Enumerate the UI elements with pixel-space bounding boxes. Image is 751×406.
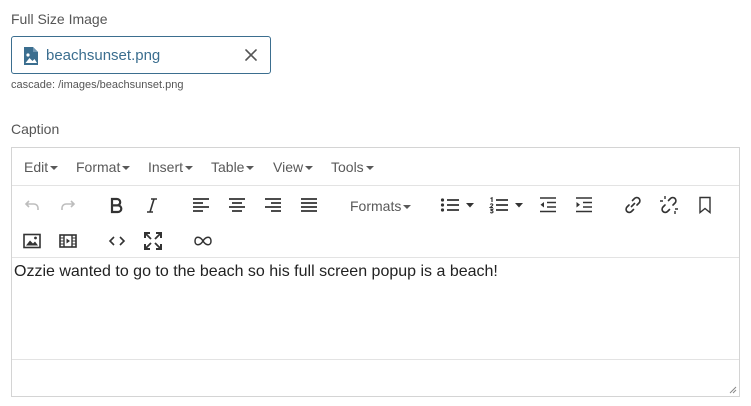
source-code-button[interactable] (105, 229, 129, 253)
caption-label: Caption (11, 121, 60, 137)
loop-button[interactable] (191, 229, 215, 253)
bullet-list-button[interactable] (438, 193, 462, 217)
resize-handle-icon[interactable] (727, 384, 737, 394)
undo-button[interactable] (20, 193, 44, 217)
menu-edit-label: Edit (24, 159, 49, 175)
link-icon (625, 196, 641, 214)
editor-content-area[interactable]: Ozzie wanted to go to the beach so his f… (12, 259, 739, 359)
file-chip[interactable]: beachsunset.png (11, 36, 271, 74)
redo-icon (61, 200, 76, 210)
chevron-down-icon (122, 166, 131, 170)
chevron-down-icon (185, 166, 194, 170)
editor-toolbar: Formats (12, 186, 739, 258)
insert-link-button[interactable] (621, 193, 645, 217)
menu-view-label: View (273, 159, 304, 175)
bold-button[interactable] (104, 193, 128, 217)
chevron-down-icon (466, 202, 474, 207)
numbered-list-icon (489, 196, 508, 214)
indent-icon (576, 197, 592, 213)
bullet-list-icon (440, 198, 459, 212)
insert-media-button[interactable] (56, 229, 80, 253)
menu-format[interactable]: Format (76, 159, 131, 175)
bookmark-button[interactable] (693, 193, 717, 217)
remove-link-button[interactable] (657, 193, 681, 217)
menu-format-label: Format (76, 159, 121, 175)
chevron-down-icon (403, 205, 412, 209)
unlink-icon (660, 196, 678, 214)
redo-button[interactable] (56, 193, 80, 217)
infinity-icon (194, 236, 212, 246)
cascade-path: cascade: /images/beachsunset.png (11, 79, 184, 91)
menu-insert[interactable]: Insert (148, 159, 194, 175)
menu-view[interactable]: View (273, 159, 314, 175)
align-right-button[interactable] (261, 193, 285, 217)
align-center-button[interactable] (225, 193, 249, 217)
bullet-list-options-button[interactable] (463, 193, 477, 217)
menu-tools[interactable]: Tools (331, 159, 374, 175)
file-name: beachsunset.png (46, 47, 161, 64)
formats-dropdown[interactable]: Formats (350, 198, 412, 214)
align-justify-button[interactable] (297, 193, 321, 217)
align-right-icon (265, 198, 281, 212)
rich-text-editor: Edit Format Insert Table View Tools Form… (11, 147, 740, 397)
bookmark-icon (699, 196, 711, 214)
menu-tools-label: Tools (331, 159, 364, 175)
align-justify-icon (301, 198, 317, 212)
chevron-down-icon (50, 166, 59, 170)
menu-insert-label: Insert (148, 159, 184, 175)
outdent-icon (540, 197, 556, 213)
fullscreen-icon (144, 232, 162, 250)
editor-statusbar (12, 359, 739, 396)
chevron-down-icon (365, 166, 374, 170)
insert-image-button[interactable] (20, 229, 44, 253)
bold-icon (110, 197, 123, 214)
code-icon (108, 236, 126, 246)
image-icon (23, 233, 41, 249)
undo-icon (24, 200, 39, 210)
chevron-down-icon (515, 202, 523, 207)
align-left-button[interactable] (189, 193, 213, 217)
numbered-list-button[interactable] (487, 193, 511, 217)
fullscreen-button[interactable] (141, 229, 165, 253)
align-left-icon (193, 198, 209, 212)
indent-button[interactable] (572, 193, 596, 217)
outdent-button[interactable] (536, 193, 560, 217)
editor-menubar: Edit Format Insert Table View Tools (12, 148, 739, 186)
menu-edit[interactable]: Edit (24, 159, 59, 175)
image-file-icon (24, 47, 38, 65)
formats-label: Formats (350, 198, 402, 214)
menu-table-label: Table (211, 159, 245, 175)
chevron-down-icon (305, 166, 314, 170)
chevron-down-icon (246, 166, 255, 170)
remove-file-icon[interactable] (242, 46, 260, 64)
align-center-icon (229, 198, 245, 212)
media-icon (59, 234, 77, 248)
full-size-image-label: Full Size Image (11, 11, 108, 27)
italic-button[interactable] (140, 193, 164, 217)
menu-table[interactable]: Table (211, 159, 255, 175)
italic-icon (147, 198, 157, 213)
numbered-list-options-button[interactable] (512, 193, 526, 217)
